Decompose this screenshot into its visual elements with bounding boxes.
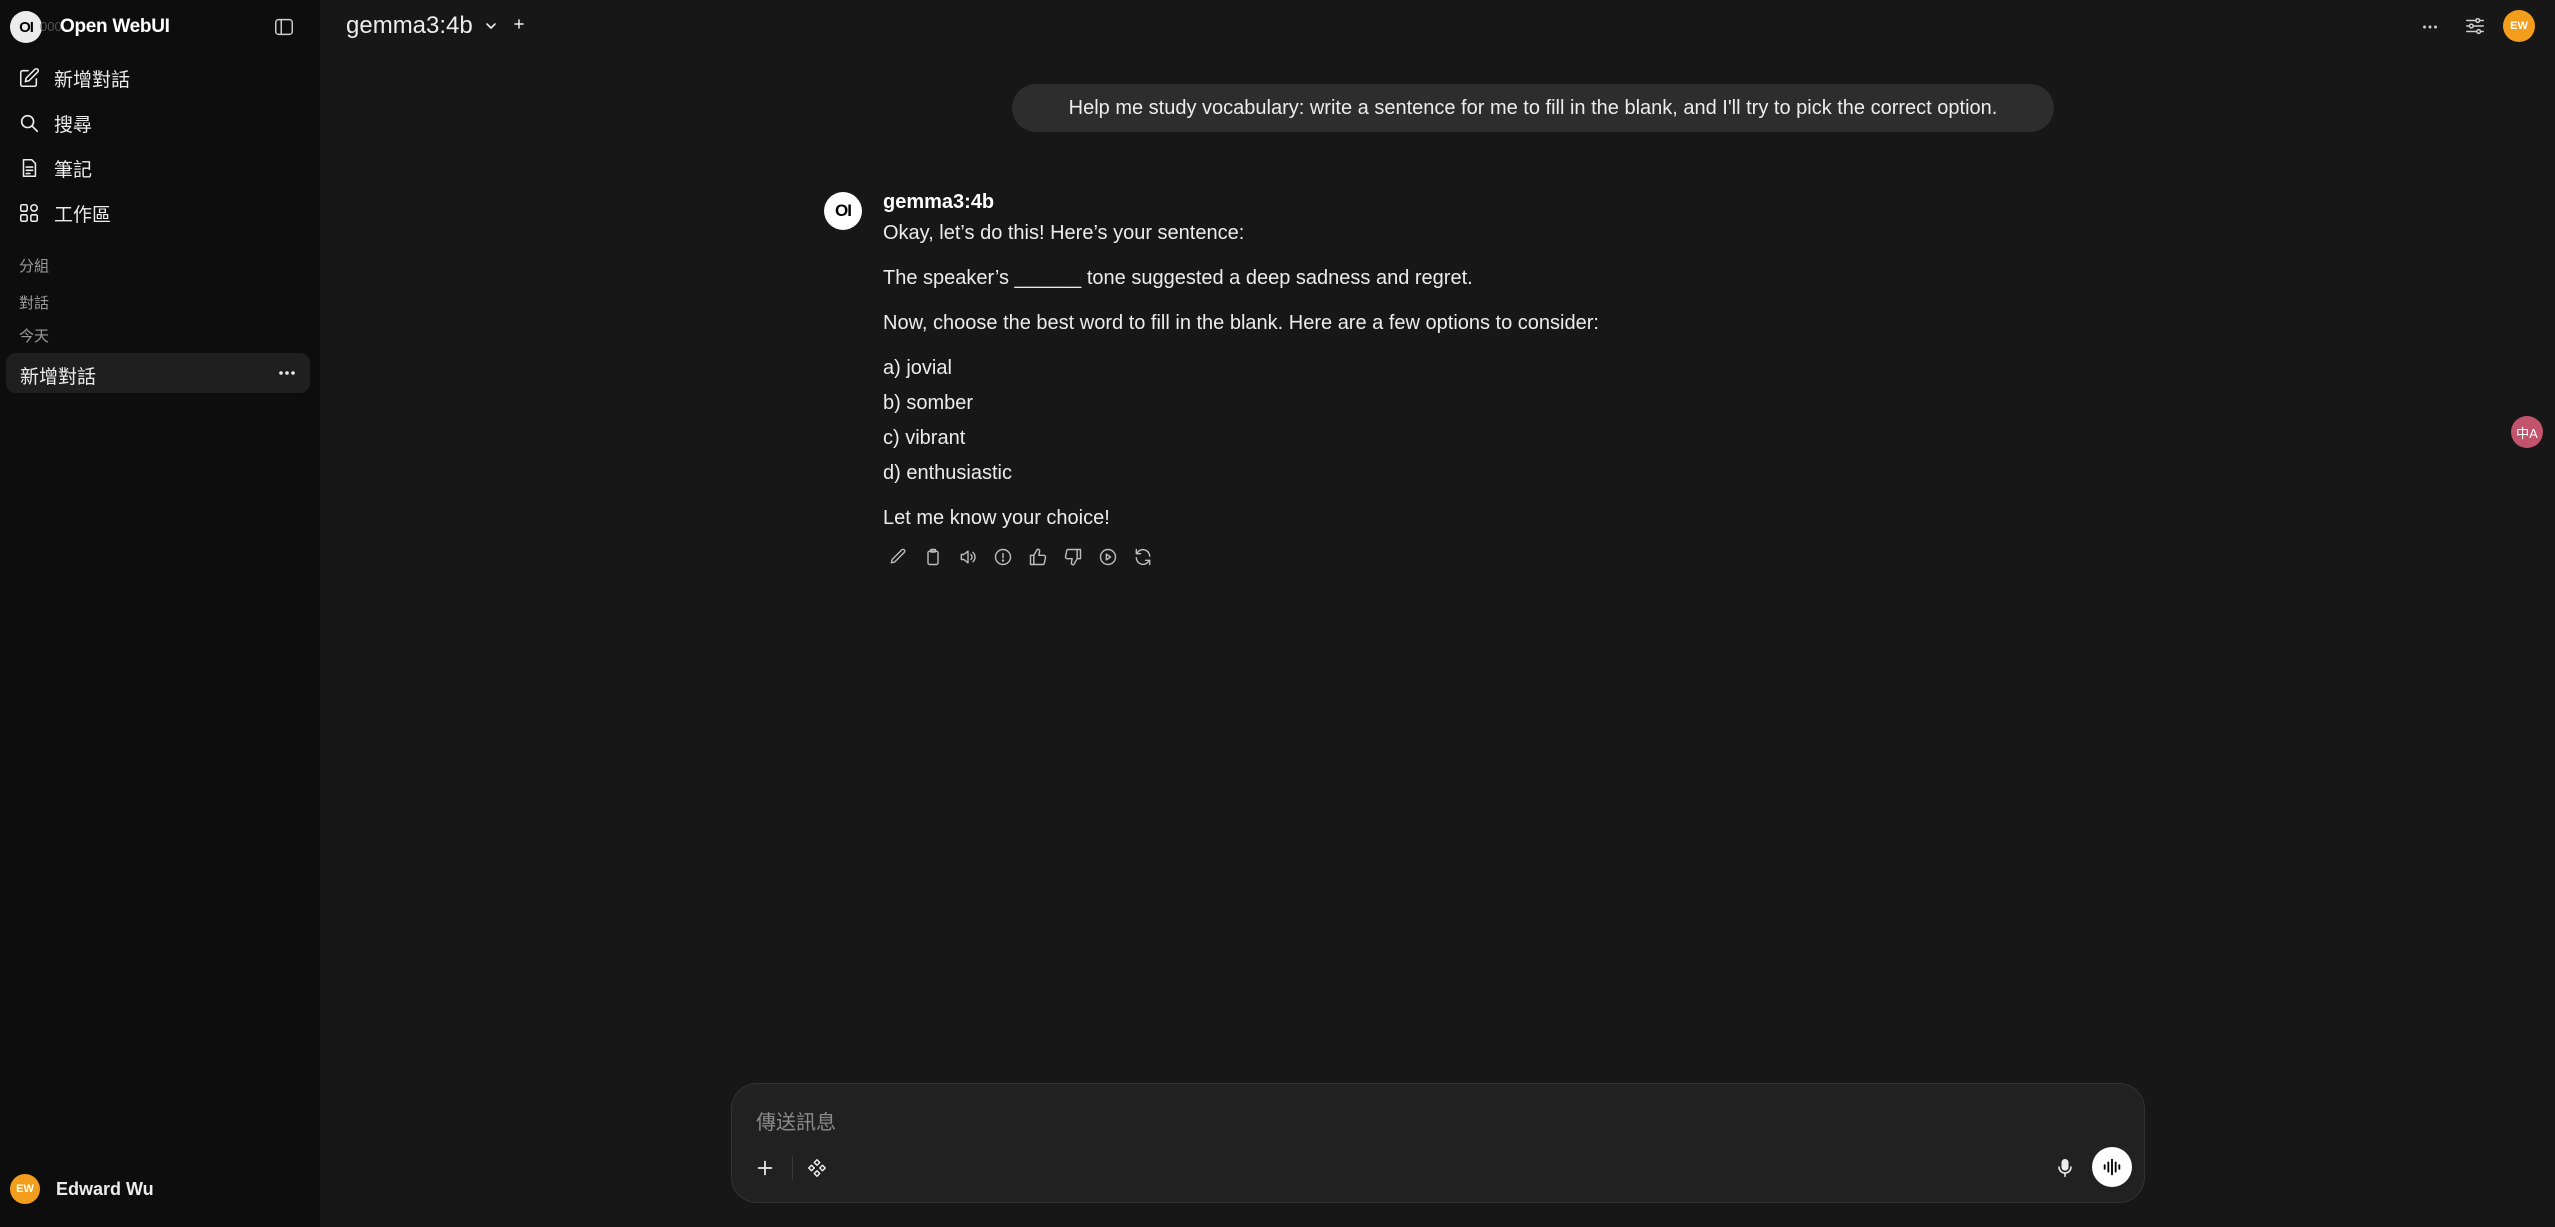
assistant-option: a) jovial [883,357,952,379]
chevron-down-icon[interactable] [483,18,499,34]
controls-sliders-icon[interactable] [2464,15,2486,37]
regenerate-icon[interactable] [1133,547,1153,567]
message-composer[interactable]: 傳送訊息 [731,1083,2145,1203]
translate-icon[interactable]: 中A [2511,416,2543,448]
sidebar: OI 000 Open WebUI 新增對話 搜尋 筆記 工作區 分組 對話 今… [0,0,320,1227]
message-actions [888,547,1168,569]
assistant-model-name: gemma3:4b [883,191,995,213]
plus-icon[interactable] [754,1157,776,1179]
assistant-option: b) somber [883,392,974,414]
waveform-icon [2101,1156,2123,1178]
info-icon[interactable] [993,547,1013,567]
brand-title: Open WebUI [60,16,170,37]
copy-icon[interactable] [923,547,943,567]
sidebar-item-label: 筆記 [54,159,93,181]
sidebar-item-notes[interactable]: 筆記 [6,148,310,188]
assistant-option: d) enthusiastic [883,462,1012,484]
assistant-text-line: Let me know your choice! [883,507,1110,529]
app-logo[interactable]: OI [10,11,42,43]
chat-title: 新增對話 [20,367,97,388]
sidebar-item-label: 搜尋 [54,114,93,136]
assistant-option: c) vibrant [883,427,966,449]
assistant-avatar: OI [824,192,862,230]
voice-mode-button[interactable] [2092,1147,2132,1187]
sidebar-item-new-chat[interactable]: 新增對話 [6,58,310,98]
avatar: EW [10,1174,40,1204]
logo-extra-text: 000 [40,19,62,34]
thumbs-up-icon[interactable] [1028,547,1048,567]
sidebar-item-label: 新增對話 [54,69,131,91]
assistant-text-line: Now, choose the best word to fill in the… [883,312,1599,334]
avatar[interactable]: EW [2503,10,2535,42]
more-options-icon[interactable] [2419,16,2441,38]
pencil-square-icon [18,67,40,89]
microphone-icon[interactable] [2054,1157,2076,1179]
composer-divider [792,1156,793,1180]
add-model-icon[interactable] [511,16,527,32]
sidebar-item-search[interactable]: 搜尋 [6,103,310,143]
continue-play-icon[interactable] [1098,547,1118,567]
sidebar-toggle-icon[interactable] [273,16,295,38]
assistant-text-line: The speaker’s ______ tone suggested a de… [883,267,1473,289]
section-today: 今天 [19,328,50,345]
message-input[interactable]: 傳送訊息 [756,1106,836,1135]
search-icon [18,112,40,134]
section-groups[interactable]: 分組 [19,255,49,276]
speaker-icon[interactable] [958,547,978,567]
model-selector[interactable]: gemma3:4b [346,12,473,40]
chat-options-icon[interactable] [278,366,296,380]
edit-icon[interactable] [888,547,908,567]
sidebar-header: OI 000 Open WebUI [0,0,320,54]
top-bar: gemma3:4b EW [320,0,2555,54]
sidebar-item-label: 工作區 [54,204,112,226]
section-chats[interactable]: 對話 [19,292,49,313]
user-menu[interactable]: EW Edward Wu [10,1173,154,1205]
notes-icon [18,157,40,179]
workspace-grid-icon [18,202,40,224]
assistant-text-line: Okay, let’s do this! Here’s your sentenc… [883,222,1245,244]
chat-list-item[interactable]: 新增對話 [6,353,310,393]
thumbs-down-icon[interactable] [1063,547,1083,567]
integrations-icon[interactable] [806,1157,828,1179]
user-name: Edward Wu [56,1178,154,1199]
sidebar-item-workspace[interactable]: 工作區 [6,193,310,233]
user-message: Help me study vocabulary: write a senten… [1012,84,2054,132]
